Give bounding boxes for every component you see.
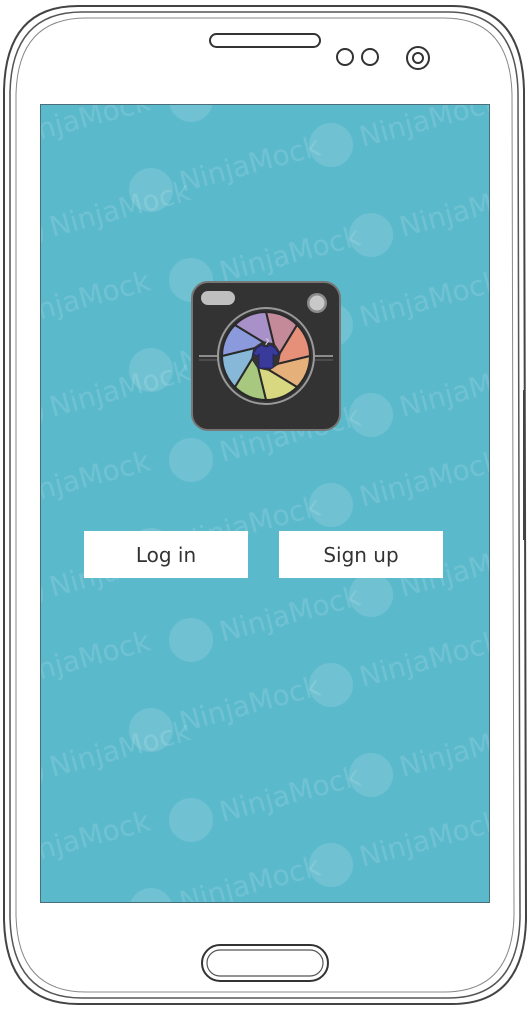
app-screen: NinjaMock NinjaMock NinjaMock NinjaMock Ninj…: [40, 104, 490, 903]
watermark-mark: NinjaMock: [129, 849, 325, 903]
svg-text:NinjaMock: NinjaMock: [46, 354, 195, 423]
watermark-mark: NinjaMock: [309, 444, 490, 527]
svg-text:NinjaMock: NinjaMock: [396, 354, 490, 423]
front-camera-icon: [406, 46, 430, 70]
watermark-mark: NinjaMock: [46, 894, 195, 903]
svg-text:NinjaMock: NinjaMock: [176, 669, 325, 738]
watermark-layer: NinjaMockNinjaMockNinjaMockNinjaMockNinj…: [41, 105, 490, 903]
svg-text:NinjaMock: NinjaMock: [356, 624, 490, 693]
watermark-mark: NinjaMock: [309, 105, 490, 167]
watermark-mark: NinjaMock: [169, 579, 365, 662]
watermark-mark: NinjaMock: [41, 444, 155, 513]
sensor-icon: [361, 48, 379, 66]
watermark-mark: NinjaMock: [396, 894, 490, 903]
svg-text:NinjaMock: NinjaMock: [216, 219, 365, 288]
svg-text:NinjaMock: NinjaMock: [46, 894, 195, 903]
svg-text:NinjaMock: NinjaMock: [46, 714, 195, 783]
watermark-mark: NinjaMock: [349, 354, 490, 437]
signup-button[interactable]: Sign up: [279, 531, 443, 578]
watermark-mark: NinjaMock: [349, 174, 490, 257]
svg-text:NinjaMock: NinjaMock: [176, 849, 325, 903]
watermark-mark: NinjaMock: [41, 804, 155, 873]
svg-text:NinjaMock: NinjaMock: [46, 174, 195, 243]
watermark-mark: NinjaMock: [309, 804, 490, 887]
watermark-mark: NinjaMock: [41, 354, 195, 437]
svg-text:NinjaMock: NinjaMock: [216, 105, 365, 109]
svg-text:NinjaMock: NinjaMock: [41, 105, 155, 154]
watermark-mark: NinjaMock: [41, 624, 155, 693]
app-logo-icon: [191, 281, 341, 431]
svg-text:NinjaMock: NinjaMock: [396, 174, 490, 243]
svg-text:NinjaMock: NinjaMock: [356, 264, 490, 333]
svg-text:NinjaMock: NinjaMock: [41, 264, 155, 333]
watermark-mark: NinjaMock: [169, 759, 365, 842]
watermark-mark: NinjaMock: [41, 264, 155, 333]
login-button[interactable]: Log in: [84, 531, 248, 578]
svg-text:NinjaMock: NinjaMock: [41, 624, 155, 693]
svg-text:NinjaMock: NinjaMock: [216, 759, 365, 828]
svg-text:NinjaMock: NinjaMock: [41, 444, 155, 513]
watermark-mark: NinjaMock: [41, 174, 195, 257]
svg-text:NinjaMock: NinjaMock: [356, 444, 490, 513]
svg-text:NinjaMock: NinjaMock: [216, 579, 365, 648]
watermark-mark: NinjaMock: [349, 714, 490, 797]
watermark-mark: NinjaMock: [41, 714, 195, 797]
speaker-grille: [209, 33, 321, 48]
svg-text:NinjaMock: NinjaMock: [356, 804, 490, 873]
svg-text:NinjaMock: NinjaMock: [396, 894, 490, 903]
watermark-mark: NinjaMock: [309, 624, 490, 707]
svg-text:NinjaMock: NinjaMock: [41, 804, 155, 873]
svg-text:NinjaMock: NinjaMock: [396, 714, 490, 783]
watermark-mark: NinjaMock: [41, 105, 155, 154]
svg-text:NinjaMock: NinjaMock: [176, 129, 325, 198]
svg-text:NinjaMock: NinjaMock: [356, 105, 490, 154]
sensor-icon: [336, 48, 354, 66]
